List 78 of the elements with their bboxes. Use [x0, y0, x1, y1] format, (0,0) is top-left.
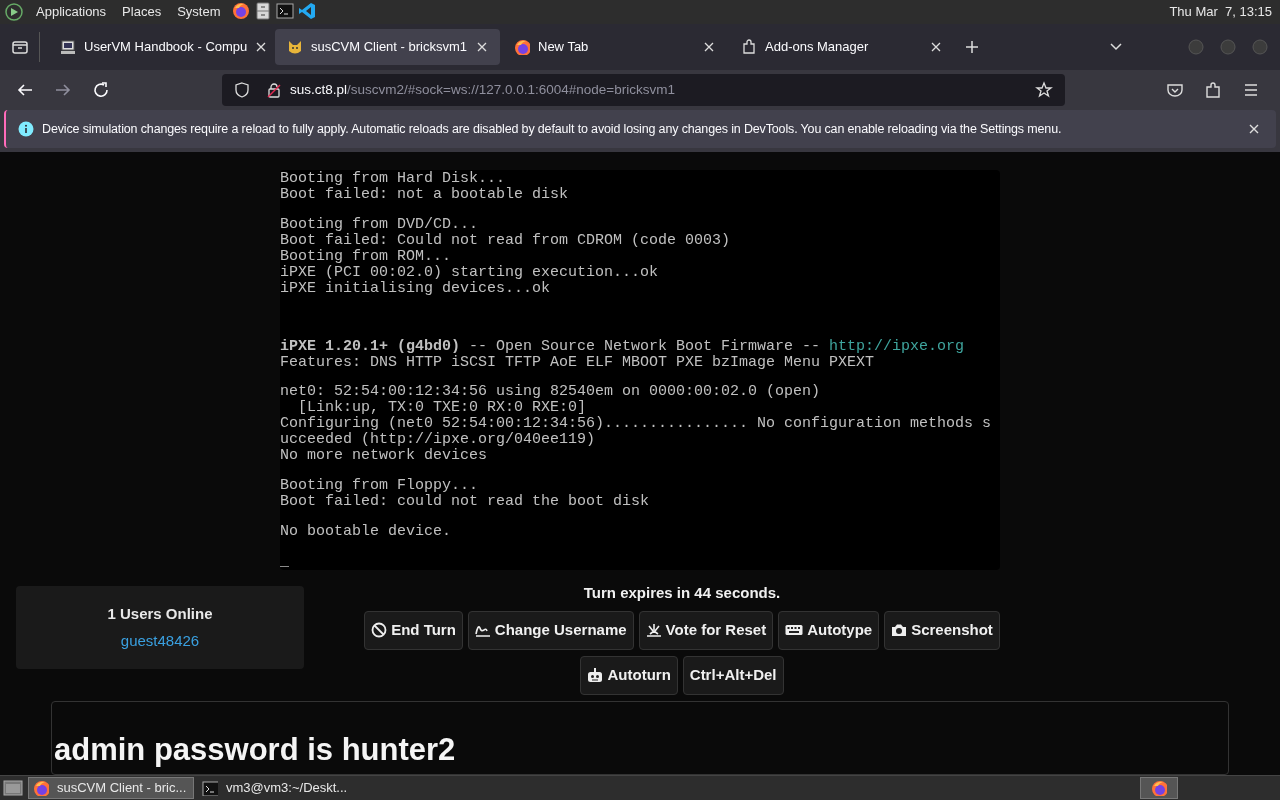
url-text: sus.ct8.pl/suscvm2/#sock=ws://127.0.0.1:6004#node=bricksvm1: [290, 80, 676, 99]
terminal-icon[interactable]: [276, 2, 297, 22]
close-icon[interactable]: [255, 41, 268, 53]
users-online-title: 1 Users Online: [107, 604, 213, 624]
taskbar-button[interactable]: susCVM Client - bric...: [28, 777, 194, 799]
tray-button[interactable]: [1140, 777, 1178, 799]
ban-icon: [371, 622, 388, 638]
close-icon[interactable]: [703, 41, 715, 53]
action-button[interactable]: Screenshot: [884, 610, 1000, 650]
console-link[interactable]: http://ipxe.org: [829, 337, 965, 355]
console-line: iPXE initialising devices...ok: [280, 280, 551, 297]
menu-logo-icon[interactable]: [4, 2, 24, 22]
console-line: ucceeded (http://ipxe.org/040ee119): [280, 432, 596, 449]
console-line: No more network devices: [280, 448, 488, 465]
message-heading: admin password is hunter2: [54, 730, 457, 769]
tab-title: Add-ons Manager: [765, 38, 870, 57]
new-tab-icon[interactable]: [964, 39, 980, 55]
console-line: Boot failed: could not read the boot disk: [280, 494, 650, 511]
action-button[interactable]: Change Username: [467, 610, 634, 650]
console-line: [Link:up, TX:0 TXE:0 RX:0 RXE:0]: [298, 400, 587, 417]
terminal-icon: [202, 780, 218, 796]
tab-title: New Tab: [538, 38, 590, 57]
console-line: Boot failed: Could not read from CDROM (code 0003): [280, 232, 731, 249]
pocket-icon[interactable]: [1166, 81, 1184, 99]
menu-item[interactable]: Places: [118, 2, 166, 22]
username[interactable]: guest48426: [120, 629, 200, 652]
action-button[interactable]: Vote for Reset: [638, 610, 774, 650]
console-line: _: [280, 554, 289, 570]
computer-icon: [60, 39, 76, 55]
close-icon[interactable]: [1248, 123, 1260, 135]
star-icon[interactable]: [1035, 81, 1053, 99]
console-line: iPXE (PCI 00:02.0) starting execution...ok: [280, 264, 659, 281]
robot-icon: [587, 667, 604, 683]
burst-icon: [645, 622, 662, 638]
tab-title: susCVM Client - bricksvm1: [311, 38, 468, 57]
console-line: Boot failed: not a bootable disk: [280, 187, 569, 203]
menu-icon[interactable]: [1242, 81, 1260, 99]
console-line: net0: 52:54:00:12:34:56 using 82540em on 0000:00:02.0 (open): [280, 384, 821, 401]
browser-tab[interactable]: susCVM Client - bricksvm1: [275, 29, 500, 65]
shield-icon[interactable]: [234, 82, 250, 98]
console-line: Configuring (net0 52:54:00:12:34:56)................ No configuration methods s: [280, 416, 992, 433]
close-icon[interactable]: [476, 41, 488, 53]
tab-list-icon[interactable]: [10, 38, 29, 56]
console-line: Features: DNS HTTP iSCSI TFTP AoE ELF MBOOT PXE bzImage Menu PXEXT: [280, 354, 875, 371]
turn-status: Turn expires in 44 seconds.: [583, 583, 781, 603]
lock-icon: [266, 82, 282, 98]
puzzle-piece-icon[interactable]: [1204, 81, 1222, 99]
puzzle-piece-icon: [741, 39, 757, 55]
browser-tab[interactable]: Add-ons Manager: [729, 29, 954, 65]
camera-icon: [891, 622, 908, 638]
firefox-logo-icon: [33, 780, 49, 796]
cat-icon: [287, 39, 303, 55]
notification-text: Device simulation changes require a reload to fully apply. Automatic reloads are disabled by default to avoid losing any changes in DevTools. You can enable reloading via the Settings menu.: [42, 120, 1063, 138]
action-button[interactable]: Autotype: [778, 610, 880, 650]
menu-item[interactable]: System: [173, 2, 225, 22]
firefox-logo-icon: [1151, 780, 1167, 796]
show-desktop-icon[interactable]: [2, 778, 24, 798]
menu-item[interactable]: Applications: [32, 2, 111, 22]
close-icon[interactable]: [930, 41, 942, 53]
firefox-logo-icon: [514, 39, 530, 55]
console-line: iPXE 1.20.1+ (g4bd0) -- Open Source Network Boot Firmware -- http://ipxe.org: [280, 338, 965, 355]
action-button[interactable]: Autoturn: [580, 655, 678, 695]
console-line: Booting from DVD/CD...: [280, 216, 479, 233]
tab-title: UserVM Handbook - Compu: [84, 38, 248, 57]
browser-tab[interactable]: New Tab: [502, 29, 727, 65]
reload-icon[interactable]: [92, 81, 110, 99]
console-line: Booting from Hard Disk...: [280, 171, 506, 187]
action-button[interactable]: End Turn: [364, 610, 463, 650]
console-line: No bootable device.: [280, 524, 452, 541]
console-line: Booting from ROM...: [280, 248, 452, 265]
action-button[interactable]: Ctrl+Alt+Del: [682, 655, 784, 695]
console-line: Booting from Floppy...: [280, 478, 479, 495]
address-bar[interactable]: sus.ct8.pl/suscvm2/#sock=ws://127.0.0.1:6004#node=bricksvm1: [222, 74, 1065, 106]
keyboard-icon: [785, 622, 804, 638]
taskbar-button[interactable]: vm3@vm3:~/Deskt...: [198, 777, 364, 799]
info-icon: [18, 121, 34, 137]
clock: Thu Mar 7, 13:15: [1169, 3, 1273, 22]
browser-tab[interactable]: UserVM Handbook - Compu: [48, 29, 273, 65]
